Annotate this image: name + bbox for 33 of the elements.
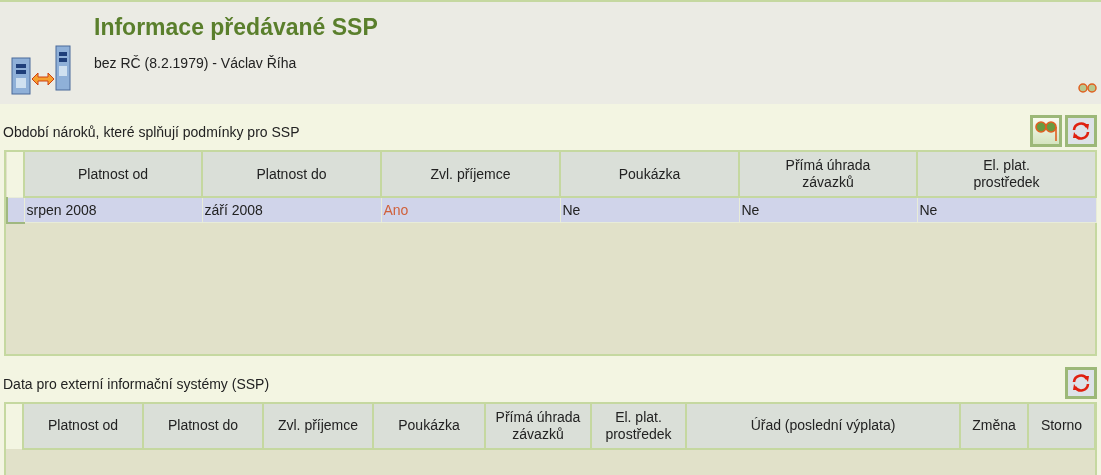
table-cell: srpen 2008 [24, 197, 202, 223]
page-title: Informace předávané SSP [94, 14, 378, 41]
column-header[interactable]: Změna [960, 403, 1028, 449]
column-header[interactable]: Platnost do [143, 403, 263, 449]
table-cell: Ne [917, 197, 1096, 223]
column-header[interactable]: El. plat. prostředek [917, 152, 1096, 197]
column-header[interactable]: Zvl. příjemce [381, 152, 560, 197]
table-cell: Ne [739, 197, 917, 223]
column-header[interactable]: Platnost od [23, 403, 143, 449]
row-selector[interactable] [7, 197, 24, 223]
table-cell: září 2008 [202, 197, 381, 223]
column-header[interactable]: Přímá úhrada závazků [485, 403, 591, 449]
refresh-button[interactable] [1065, 115, 1097, 147]
column-header[interactable]: Zvl. příjemce [263, 403, 373, 449]
refresh-button[interactable] [1065, 366, 1097, 399]
column-header[interactable]: Storno [1028, 403, 1095, 449]
column-header[interactable]: Poukázka [560, 152, 739, 197]
view-button[interactable] [1030, 115, 1062, 147]
column-header[interactable]: El. plat. prostředek [591, 403, 686, 449]
table-cell: Ne [560, 197, 739, 223]
section-label: Data pro externí informační systémy (SSP) [2, 375, 270, 392]
refresh-icon [1070, 371, 1092, 394]
column-header[interactable]: Úřad (poslední výplata) [686, 403, 960, 449]
section-label: Období nároků, které splňují podmínky pro SSP [2, 124, 300, 140]
refresh-icon [1070, 120, 1092, 142]
glasses-icon [1033, 119, 1059, 143]
glasses-icon[interactable] [1078, 82, 1098, 94]
column-header[interactable]: Přímá úhrada závazků [739, 152, 917, 197]
column-header[interactable]: Platnost do [202, 152, 381, 197]
column-header[interactable]: Platnost od [24, 152, 202, 197]
person-subtitle: bez RČ (8.2.1979) - Václav Říha [94, 55, 298, 71]
table-cell: Ano [381, 197, 560, 223]
column-header[interactable]: Poukázka [373, 403, 485, 449]
